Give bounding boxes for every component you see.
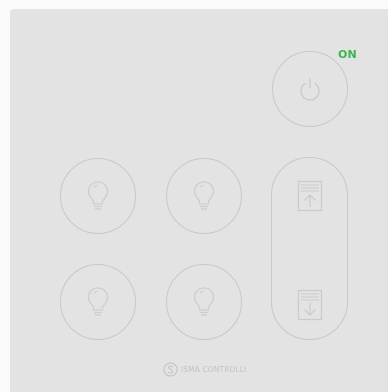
brand-logo: ISMA CONTROLLI bbox=[163, 362, 246, 377]
light-button-3[interactable] bbox=[60, 264, 136, 340]
bulb-icon bbox=[193, 181, 215, 210]
blind-down-icon[interactable] bbox=[297, 289, 323, 321]
light-button-4[interactable] bbox=[166, 264, 242, 340]
bulb-icon bbox=[87, 287, 109, 316]
power-button[interactable] bbox=[272, 51, 348, 127]
power-icon bbox=[300, 78, 320, 101]
light-button-1[interactable] bbox=[60, 158, 136, 234]
power-status-label: ON bbox=[338, 48, 357, 61]
brand-name: ISMA CONTROLLI bbox=[181, 365, 247, 374]
light-button-2[interactable] bbox=[166, 158, 242, 234]
bulb-icon bbox=[193, 287, 215, 316]
bulb-icon bbox=[87, 181, 109, 210]
blind-rocker[interactable] bbox=[271, 157, 348, 340]
blind-up-icon[interactable] bbox=[297, 180, 323, 212]
isma-logo-icon bbox=[163, 362, 178, 377]
